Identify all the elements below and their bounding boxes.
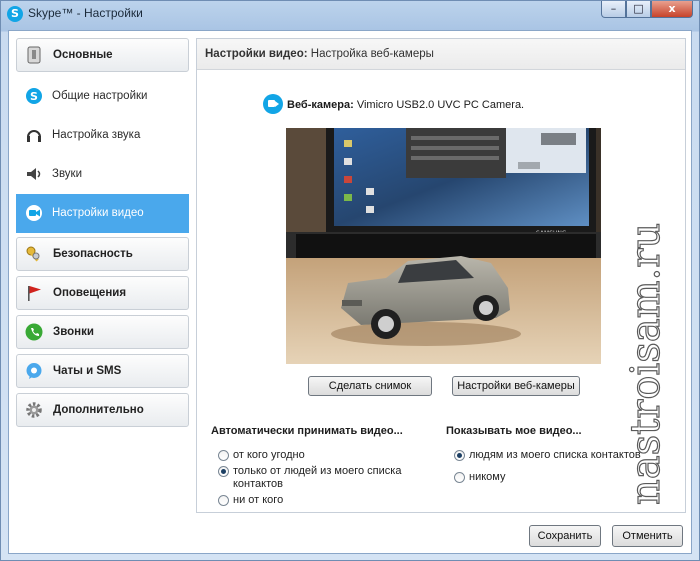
panel-header: Настройки видео: Настройка веб-камеры bbox=[197, 39, 685, 70]
sidebar-category-calls[interactable]: Звонки bbox=[16, 315, 189, 349]
gear-icon bbox=[26, 402, 42, 418]
video-camera-icon bbox=[26, 205, 42, 221]
webcam-device-name: Vimicro USB2.0 UVC PC Camera. bbox=[356, 99, 525, 111]
skype-logo-icon: S bbox=[7, 6, 23, 22]
headset-icon bbox=[27, 130, 41, 142]
settings-sidebar: Основные S Общие настройки Настройка зву… bbox=[16, 38, 189, 432]
maximize-button[interactable]: □ bbox=[626, 1, 651, 18]
speaker-icon bbox=[27, 168, 41, 180]
sidebar-item-sounds[interactable]: Звуки bbox=[16, 155, 189, 194]
sidebar-category-label: Оповещения bbox=[53, 287, 127, 299]
sidebar-category-security[interactable]: Безопасность bbox=[16, 237, 189, 271]
sidebar-category-label: Основные bbox=[53, 49, 113, 61]
skype-icon: S bbox=[26, 88, 42, 104]
webcam-info: Веб-камера: Vimicro USB2.0 UVC PC Camera… bbox=[263, 94, 525, 114]
panel-header-subtitle: Настройка веб-камеры bbox=[310, 48, 434, 60]
sidebar-category-chats-sms[interactable]: Чаты и SMS bbox=[16, 354, 189, 388]
flag-icon bbox=[28, 286, 41, 301]
sidebar-item-label: Настройки видео bbox=[52, 207, 144, 219]
radio-button-icon bbox=[454, 472, 465, 483]
sidebar-item-label: Звуки bbox=[52, 168, 83, 180]
show-my-video-title: Показывать мое видео... bbox=[446, 425, 582, 437]
video-settings-panel: Настройки видео: Настройка веб-камеры Ве… bbox=[196, 38, 686, 513]
watermark-text: nastroisam.ru bbox=[623, 223, 669, 505]
sidebar-category-general[interactable]: Основные bbox=[16, 38, 189, 72]
radio-button-icon bbox=[218, 450, 229, 461]
webcam-preview: SAMSUNG bbox=[286, 128, 601, 364]
radio-label: только от людей из моего списка bbox=[233, 465, 402, 477]
webcam-settings-button[interactable]: Настройки веб-камеры bbox=[452, 376, 580, 396]
close-button[interactable]: x bbox=[651, 1, 693, 18]
sidebar-item-video-settings[interactable]: Настройки видео bbox=[16, 194, 189, 233]
window-controls: – □ x bbox=[601, 1, 693, 19]
sidebar-item-label: Настройка звука bbox=[52, 129, 141, 141]
chat-icon bbox=[26, 363, 42, 379]
phone-icon bbox=[25, 323, 43, 341]
svg-text:S: S bbox=[30, 90, 38, 103]
sidebar-category-label: Дополнительно bbox=[53, 404, 144, 416]
window-title: Skype™ - Настройки bbox=[28, 6, 143, 20]
minimize-button[interactable]: – bbox=[601, 1, 626, 18]
webcam-icon bbox=[263, 94, 283, 114]
radio-label: ни от кого bbox=[233, 494, 284, 506]
client-area: Основные S Общие настройки Настройка зву… bbox=[8, 30, 692, 554]
general-icon bbox=[27, 46, 41, 64]
sidebar-item-label: Общие настройки bbox=[52, 90, 148, 102]
sidebar-item-sound-setup[interactable]: Настройка звука bbox=[16, 116, 189, 155]
sidebar-category-label: Чаты и SMS bbox=[53, 365, 122, 377]
webcam-preview-image: SAMSUNG bbox=[286, 128, 601, 364]
sidebar-category-label: Звонки bbox=[53, 326, 94, 338]
site-watermark: nastroisam.ru bbox=[622, 222, 669, 505]
title-bar[interactable]: S Skype™ - Настройки – □ x bbox=[1, 1, 699, 27]
settings-window: S Skype™ - Настройки – □ x Основные S Об… bbox=[0, 0, 700, 561]
radio-label: от кого угодно bbox=[233, 449, 305, 461]
sidebar-item-general-settings[interactable]: S Общие настройки bbox=[16, 77, 189, 116]
keys-icon bbox=[26, 246, 40, 262]
take-snapshot-button[interactable]: Сделать снимок bbox=[308, 376, 432, 396]
radio-label: никому bbox=[469, 471, 506, 483]
sidebar-category-advanced[interactable]: Дополнительно bbox=[16, 393, 189, 427]
radio-button-icon bbox=[454, 450, 465, 461]
radio-button-icon bbox=[218, 495, 229, 506]
radio-label-continuation: контактов bbox=[233, 478, 283, 490]
sidebar-category-label: Безопасность bbox=[53, 248, 133, 260]
save-button[interactable]: Сохранить bbox=[529, 525, 601, 547]
radio-button-icon bbox=[218, 466, 229, 477]
sidebar-category-notifications[interactable]: Оповещения bbox=[16, 276, 189, 310]
webcam-label: Веб-камера: bbox=[287, 99, 354, 111]
auto-accept-video-title: Автоматически принимать видео... bbox=[211, 425, 403, 437]
cancel-button[interactable]: Отменить bbox=[612, 525, 683, 547]
panel-header-title: Настройки видео: bbox=[205, 48, 308, 60]
